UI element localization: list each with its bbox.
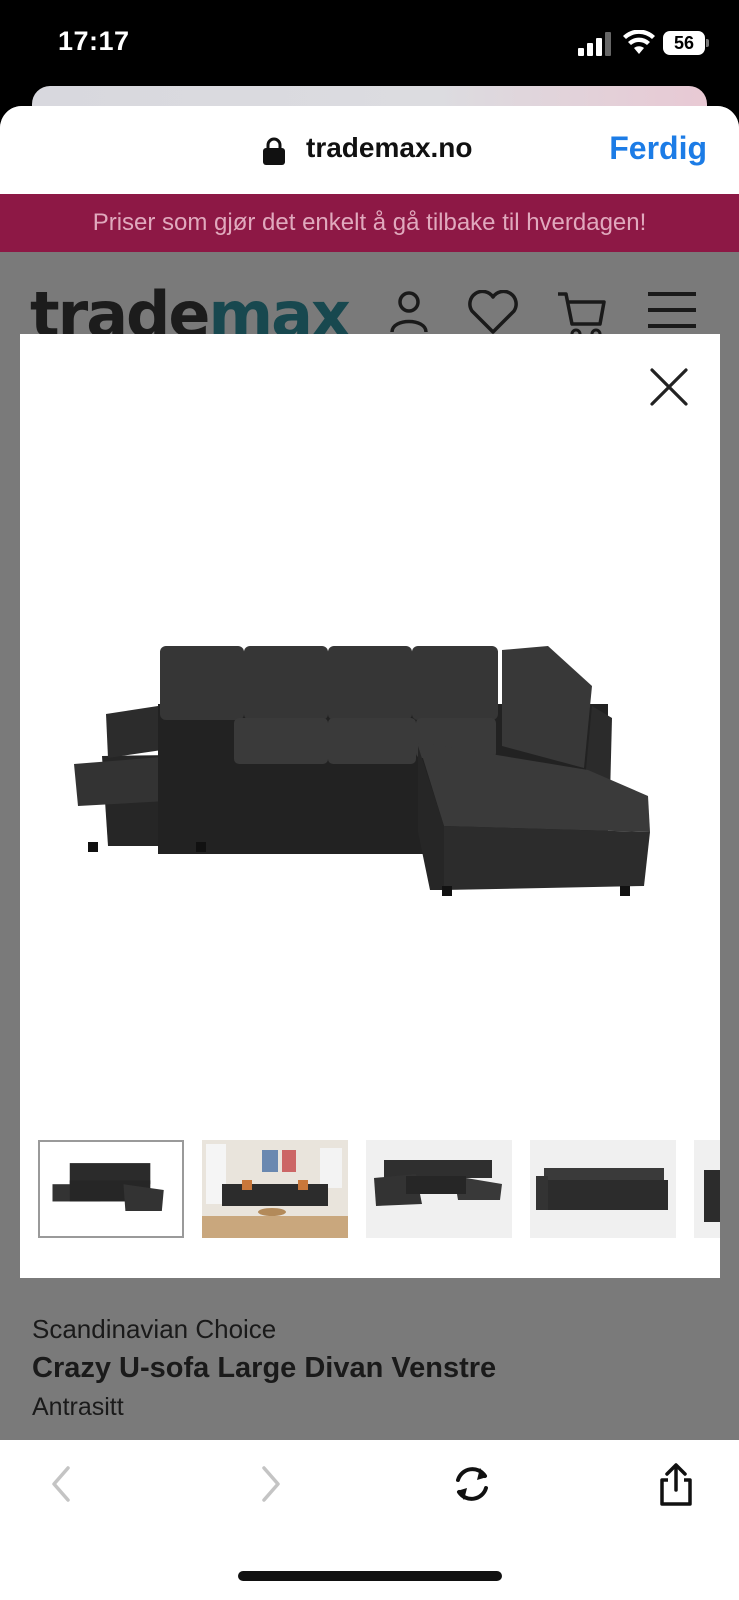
url-bar: trademax.no Ferdig	[0, 106, 739, 194]
user-icon[interactable]	[388, 290, 430, 334]
signal-icon	[578, 32, 611, 56]
reload-icon[interactable]	[450, 1462, 494, 1506]
product-name: Crazy U-sofa Large Divan Venstre	[32, 1352, 497, 1384]
image-gallery-modal	[20, 334, 720, 1278]
close-icon[interactable]	[648, 366, 690, 408]
battery-level: 56	[663, 31, 705, 55]
menu-icon[interactable]	[648, 290, 696, 330]
url-text[interactable]: trademax.no	[306, 132, 473, 164]
product-color: Antrasitt	[32, 1393, 124, 1421]
thumbnail-4[interactable]	[530, 1140, 676, 1238]
status-time: 17:17	[58, 26, 130, 56]
thumbnail-5[interactable]	[694, 1140, 720, 1238]
forward-icon[interactable]	[248, 1462, 292, 1506]
thumbnail-3[interactable]	[366, 1140, 512, 1238]
share-icon[interactable]	[654, 1462, 698, 1506]
battery-icon: 56	[663, 31, 709, 55]
thumbnail-strip	[38, 1140, 720, 1238]
lock-icon	[263, 137, 285, 165]
wifi-icon	[623, 30, 655, 54]
thumbnail-2[interactable]	[202, 1140, 348, 1238]
product-brand[interactable]: Scandinavian Choice	[32, 1314, 276, 1345]
sofa-hero-image[interactable]	[72, 646, 668, 916]
cart-icon[interactable]	[556, 290, 606, 340]
status-bar: 17:17 56	[0, 0, 739, 92]
heart-icon[interactable]	[466, 290, 520, 336]
promo-banner[interactable]: Priser som gjør det enkelt å gå tilbake …	[0, 194, 739, 252]
thumbnail-1[interactable]	[38, 1140, 184, 1238]
browser-sheet: trademax.no Ferdig Priser som gjør det e…	[0, 106, 739, 1600]
done-button[interactable]: Ferdig	[609, 130, 707, 167]
back-icon[interactable]	[40, 1462, 84, 1506]
home-indicator[interactable]	[238, 1571, 502, 1581]
